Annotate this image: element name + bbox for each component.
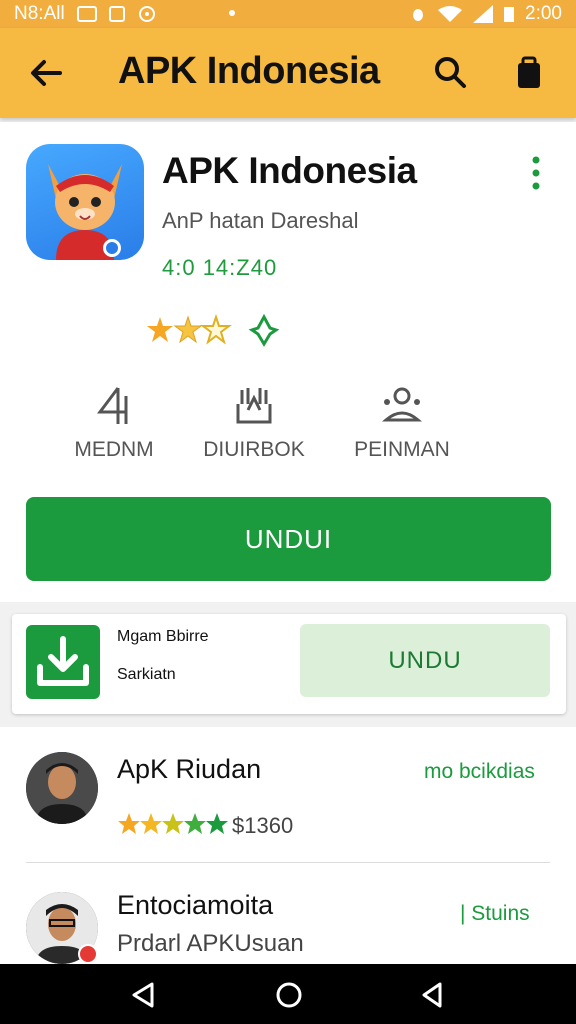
- search-icon[interactable]: [428, 50, 474, 96]
- reviewer-name: ApK Riudan: [117, 754, 262, 784]
- bug-icon: [413, 9, 424, 21]
- status-dot-icon: [229, 10, 235, 16]
- settings-icon: [138, 6, 155, 22]
- review-action-link[interactable]: mo bcikdias: [424, 760, 535, 784]
- promo-name: Mgam Bbirre: [117, 628, 209, 645]
- review-stars: [118, 813, 228, 834]
- sim-icon: [108, 6, 125, 22]
- battery-icon: [504, 7, 515, 22]
- number-icon: [97, 387, 128, 424]
- wifi-icon: [438, 6, 463, 22]
- shopping-bag-icon[interactable]: [506, 50, 552, 96]
- home-nav-icon[interactable]: [274, 980, 304, 1010]
- stat-item: PEINMAN: [332, 384, 472, 462]
- app-meta: 4:0 14:Z40: [162, 255, 278, 280]
- recents-nav-icon[interactable]: [418, 980, 448, 1010]
- stat-label: MEDNM: [74, 438, 154, 461]
- reviewer-subtitle: Prdarl APKUsuan: [117, 930, 304, 957]
- system-nav-bar: [0, 964, 576, 1024]
- review-price: $1360: [232, 813, 294, 838]
- app-bar: APK Indonesia: [0, 28, 576, 118]
- star-outline-green-icon: [248, 314, 280, 347]
- app-bar-title: APK Indonesia: [118, 50, 380, 92]
- rating-stars: [147, 314, 280, 347]
- signal-icon: [473, 5, 494, 23]
- app-developer: AnP hatan Dareshal: [162, 208, 359, 233]
- status-time: 2:00: [525, 3, 562, 24]
- avatar: [26, 752, 98, 824]
- review-action-link[interactable]: | Stuins: [460, 902, 530, 926]
- stat-item: MEDNM: [44, 384, 184, 462]
- star-empty-icon: [200, 314, 232, 345]
- stat-item: DIUIRBOK: [184, 384, 324, 462]
- fox-mascot-icon: [48, 164, 122, 260]
- people-icon: [382, 387, 422, 422]
- stat-label: PEINMAN: [354, 438, 450, 461]
- status-bar: N8:All 2:00: [0, 0, 576, 28]
- promo-download-button[interactable]: UNDU: [300, 624, 550, 697]
- download-button[interactable]: UNDUI: [26, 497, 551, 581]
- app-icon: [26, 144, 144, 260]
- star-half-icon: [173, 315, 203, 344]
- back-nav-icon[interactable]: [128, 980, 158, 1010]
- divider: [26, 862, 550, 863]
- stat-label: DIUIRBOK: [203, 438, 305, 461]
- notification-badge-icon: [78, 944, 98, 964]
- notification-icon: [76, 6, 97, 22]
- reviewer-name: Entociamoita: [117, 890, 274, 920]
- back-arrow-icon[interactable]: [24, 50, 70, 96]
- promo-subtitle: Sarkiatn: [117, 666, 176, 683]
- download-tray-icon: [26, 625, 100, 699]
- more-options-icon[interactable]: [526, 156, 546, 190]
- star-full-icon: [147, 317, 173, 342]
- app-name: APK Indonesia: [162, 150, 417, 191]
- status-left-text: N8:All: [14, 3, 65, 24]
- box-icon: [236, 388, 272, 424]
